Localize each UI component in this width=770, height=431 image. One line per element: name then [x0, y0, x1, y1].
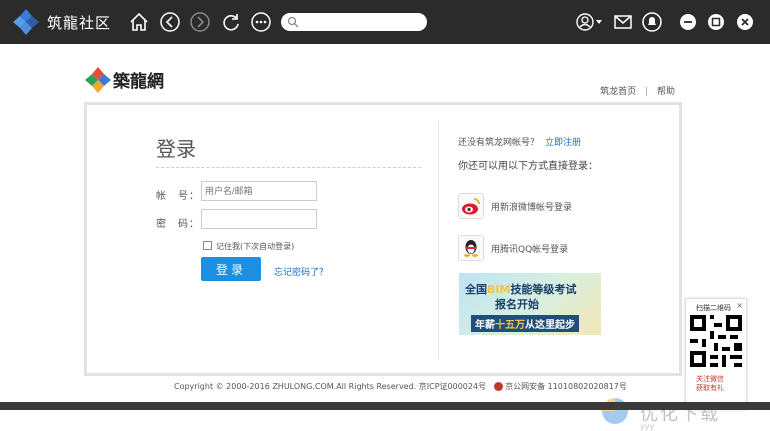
app-title: 筑龍社区 — [47, 14, 112, 32]
username-input[interactable] — [201, 181, 317, 201]
remember-me[interactable]: 记住我(下次自动登录) — [203, 241, 294, 252]
user-icon — [576, 13, 602, 31]
minimize-button[interactable] — [678, 12, 698, 32]
home-icon — [130, 12, 148, 31]
close-icon — [737, 14, 753, 30]
minimize-icon — [680, 14, 696, 30]
search-box[interactable] — [281, 13, 427, 31]
qr-title: 扫描二维码 — [696, 304, 731, 312]
qq-penguin-icon — [464, 240, 478, 257]
qq-icon-box — [458, 235, 484, 261]
page-content: 築龍網 筑龙首页 | 帮助 登录 帐 号： 密 码： 记住我(下次自动登录) 登… — [0, 44, 770, 431]
zhulong-logo-icon — [85, 67, 111, 93]
search-input[interactable] — [301, 14, 421, 30]
banner-line-2: 报名开始 — [495, 298, 539, 311]
more-dots-icon — [251, 12, 271, 32]
qr-code-icon — [690, 315, 742, 367]
register-link[interactable]: 立即注册 — [545, 138, 581, 148]
police-record-text: 京公网安备 11010802020817号 — [505, 382, 627, 391]
watermark-logo-icon — [602, 398, 628, 424]
bell-icon — [642, 12, 662, 32]
qr-footer-line-2: 获取有礼 — [696, 384, 724, 392]
bim-exam-banner[interactable]: 全国BIM技能等级考试 报名开始 年薪十五万从这里起步 — [459, 273, 601, 335]
qq-login[interactable]: 用腾讯QQ帐号登录 — [458, 235, 638, 261]
mail-icon — [614, 15, 632, 29]
banner-line-3: 年薪十五万从这里起步 — [471, 315, 579, 332]
alt-login-text: 你还可以用以下方式直接登录： — [458, 161, 598, 172]
footer: Copyright © 2000-2016 ZHULONG.COM.All Ri… — [174, 381, 627, 392]
title-bar: 筑龍社区 — [0, 0, 770, 44]
login-button[interactable]: 登录 — [201, 257, 261, 281]
arrow-right-icon — [190, 12, 210, 32]
copyright-text: Copyright © 2000-2016 ZHULONG.COM.All Ri… — [174, 382, 487, 391]
refresh-button[interactable] — [220, 11, 242, 33]
remember-label: 记住我(下次自动登录) — [216, 242, 295, 251]
help-link[interactable]: 帮助 — [657, 87, 675, 97]
register-prompt: 还没有筑龙网帐号？ 立即注册 — [458, 135, 581, 148]
zhulong-logo-icon — [13, 9, 39, 35]
qr-close-button[interactable]: × — [736, 301, 743, 310]
qq-login-label: 用腾讯QQ帐号登录 — [491, 245, 569, 255]
watermark-subtext: yyy — [640, 422, 655, 431]
weibo-login[interactable]: 用新浪微博帐号登录 — [458, 193, 638, 219]
link-separator: | — [645, 87, 649, 97]
banner-line-1: 全国BIM技能等级考试 — [465, 283, 577, 296]
home-button[interactable] — [128, 11, 150, 33]
password-input[interactable] — [201, 209, 317, 229]
qr-footer-line-1: 关注微信 — [696, 375, 724, 383]
user-menu-button[interactable] — [575, 11, 605, 33]
qr-footer: 关注微信 获取有礼 — [696, 375, 724, 393]
more-button[interactable] — [250, 11, 272, 33]
maximize-button[interactable] — [706, 12, 726, 32]
forgot-password-link[interactable]: 忘记密码了？ — [274, 265, 328, 278]
bottom-bar — [0, 402, 770, 410]
username-label: 帐 号： — [156, 191, 200, 202]
weibo-icon-box — [458, 193, 484, 219]
password-label: 密 码： — [156, 219, 200, 230]
vertical-divider — [438, 121, 439, 359]
home-link[interactable]: 筑龙首页 — [600, 87, 636, 97]
weibo-login-label: 用新浪微博帐号登录 — [491, 203, 573, 213]
refresh-icon — [223, 14, 239, 31]
maximize-icon — [708, 14, 724, 30]
login-panel: 登录 帐 号： 密 码： 记住我(下次自动登录) 登录 忘记密码了？ 还没有筑龙… — [84, 102, 682, 376]
site-name: 築龍網 — [113, 72, 164, 92]
search-icon — [287, 16, 299, 28]
notification-button[interactable] — [641, 11, 663, 33]
weibo-icon — [462, 198, 480, 215]
no-account-text: 还没有筑龙网帐号？ — [458, 138, 540, 148]
remember-checkbox[interactable] — [203, 241, 212, 250]
police-badge-icon — [494, 382, 504, 391]
qr-code-panel: 扫描二维码 × 关注微信 获取有礼 — [685, 298, 747, 410]
close-button[interactable] — [735, 12, 755, 32]
divider — [156, 167, 421, 168]
back-button[interactable] — [159, 11, 181, 33]
forward-button[interactable] — [189, 11, 211, 33]
mail-button[interactable] — [612, 11, 634, 33]
top-links: 筑龙首页 | 帮助 — [600, 84, 675, 97]
arrow-left-icon — [160, 12, 180, 32]
login-title: 登录 — [156, 137, 196, 161]
